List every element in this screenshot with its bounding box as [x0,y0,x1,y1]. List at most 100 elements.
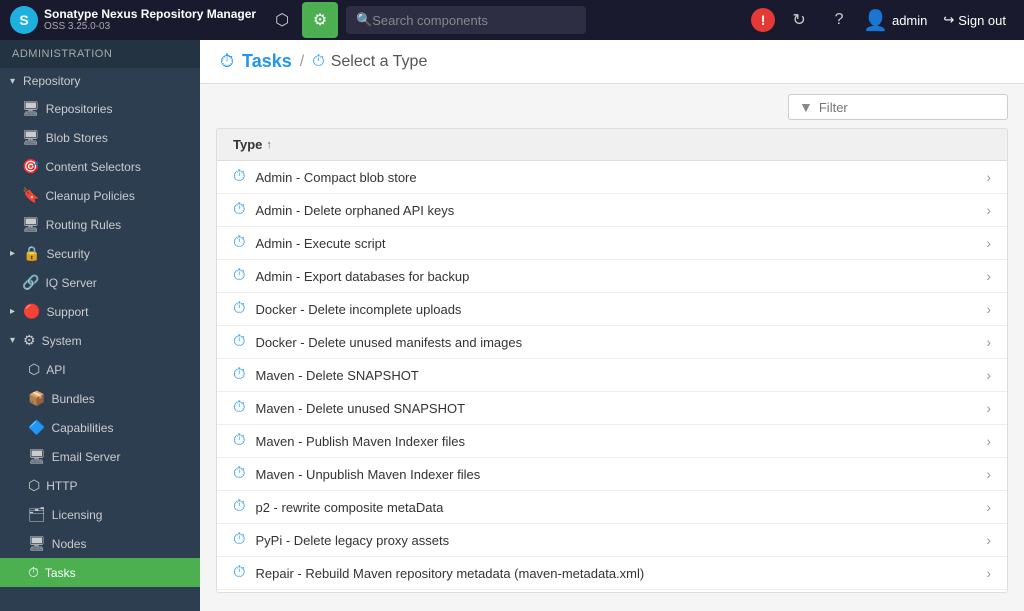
breadcrumb-sub-icon: ⏱ [312,53,324,71]
task-row-arrow: › [986,235,991,251]
sidebar-item-cleanup-policies[interactable]: 🔖 Cleanup Policies [0,181,200,210]
table-row[interactable]: ⏱ PyPi - Delete legacy proxy assets › [217,524,1007,557]
licensing-icon: 🗂 [28,506,46,523]
table-area: ▼ Type ↑ ⏱ Admin - Compact blob store › … [200,84,1024,611]
chevron-right-icon: ▸ [10,306,15,317]
sidebar-item-label: Bundles [51,392,94,406]
cleanup-icon: 🔖 [22,187,39,204]
app-body: Administration ▾ Repository 🖥 Repositori… [0,40,1024,611]
sidebar-item-capabilities[interactable]: 🔷 Capabilities [0,413,200,442]
sort-icon[interactable]: ↑ [266,139,272,151]
table-row[interactable]: ⏱ Repair - Rebuild repository browse › [217,590,1007,592]
breadcrumb-sub-label: Select a Type [331,53,428,71]
sidebar-item-nodes[interactable]: 🖥 Nodes [0,529,200,558]
sidebar-item-repository[interactable]: ▾ Repository [0,68,200,94]
sidebar-section-header: Administration [0,40,200,68]
task-row-icon: ⏱ [233,531,245,549]
table-row[interactable]: ⏱ Maven - Delete unused SNAPSHOT › [217,392,1007,425]
user-info[interactable]: 👤 admin [863,8,927,33]
table-row[interactable]: ⏱ Maven - Unpublish Maven Indexer files … [217,458,1007,491]
task-row-icon: ⏱ [233,168,245,186]
http-icon: ⬡ [28,477,40,494]
task-row-label: Admin - Execute script [255,236,986,251]
sidebar-item-routing-rules[interactable]: 🖥 Routing Rules [0,210,200,239]
topbar: S Sonatype Nexus Repository Manager OSS … [0,0,1024,40]
task-row-arrow: › [986,202,991,218]
settings-icon[interactable]: ⚙ [302,2,338,38]
help-icon[interactable]: ? [823,4,855,36]
task-row-icon: ⏱ [233,498,245,516]
task-row-icon: ⏱ [233,399,245,417]
breadcrumb-title[interactable]: Tasks [242,51,292,72]
breadcrumb: ⏱ Tasks / ⏱ Select a Type [200,40,1024,84]
task-row-icon: ⏱ [233,333,245,351]
filter-input[interactable] [819,100,997,115]
table-row[interactable]: ⏱ Admin - Compact blob store › [217,161,1007,194]
sidebar-item-http[interactable]: ⬡ HTTP [0,471,200,500]
refresh-icon[interactable]: ↻ [783,4,815,36]
task-row-label: Docker - Delete unused manifests and ima… [255,335,986,350]
task-row-label: Maven - Delete SNAPSHOT [255,368,986,383]
chevron-down-icon: ▾ [10,76,15,87]
sidebar-item-label: Licensing [52,508,103,522]
task-row-label: Repair - Rebuild Maven repository metada… [255,566,986,581]
table-row[interactable]: ⏱ Docker - Delete incomplete uploads › [217,293,1007,326]
table-row[interactable]: ⏱ Maven - Delete SNAPSHOT › [217,359,1007,392]
task-row-arrow: › [986,334,991,350]
sidebar-item-label: Repository [23,74,80,88]
sidebar-item-label: Nodes [52,537,87,551]
browse-icon[interactable]: ⬡ [264,2,300,38]
task-row-icon: ⏱ [233,564,245,582]
task-row-arrow: › [986,466,991,482]
sidebar-item-iq-server[interactable]: 🔗 IQ Server [0,268,200,297]
table-row[interactable]: ⏱ Admin - Execute script › [217,227,1007,260]
task-row-arrow: › [986,268,991,284]
task-row-arrow: › [986,499,991,515]
sidebar-item-tasks[interactable]: ⏱ Tasks [0,558,200,587]
filter-icon: ▼ [799,99,813,115]
app-version: OSS 3.25.0-03 [44,21,256,33]
task-row-label: Maven - Publish Maven Indexer files [255,434,986,449]
sidebar-item-repositories[interactable]: 🖥 Repositories [0,94,200,123]
security-icon: 🔒 [23,245,40,262]
table-row[interactable]: ⏱ Admin - Export databases for backup › [217,260,1007,293]
task-row-arrow: › [986,532,991,548]
sidebar-item-content-selectors[interactable]: 🎯 Content Selectors [0,152,200,181]
sidebar-item-blob-stores[interactable]: 🖥 Blob Stores [0,123,200,152]
sidebar-item-security[interactable]: ▸ 🔒 Security [0,239,200,268]
sidebar-item-label: Support [46,305,88,319]
nodes-icon: 🖥 [28,535,46,552]
sidebar-item-email-server[interactable]: 🖥 Email Server [0,442,200,471]
alert-badge[interactable]: ! [751,8,775,32]
username-label: admin [892,13,927,28]
sign-out-button[interactable]: ↪ Sign out [935,8,1014,32]
capabilities-icon: 🔷 [28,419,45,436]
user-avatar-icon: 👤 [863,8,888,33]
sign-out-icon: ↪ [943,12,954,28]
iq-icon: 🔗 [22,274,39,291]
sidebar-item-system[interactable]: ▾ ⚙ System [0,326,200,355]
routing-icon: 🖥 [22,216,40,233]
chevron-right-icon: ▸ [10,248,15,259]
sidebar-item-licensing[interactable]: 🗂 Licensing [0,500,200,529]
api-icon: ⬡ [28,361,40,378]
sidebar-item-support[interactable]: ▸ 🔴 Support [0,297,200,326]
table-row[interactable]: ⏱ Maven - Publish Maven Indexer files › [217,425,1007,458]
table-row[interactable]: ⏱ p2 - rewrite composite metaData › [217,491,1007,524]
table-row[interactable]: ⏱ Repair - Rebuild Maven repository meta… [217,557,1007,590]
filter-input-container: ▼ [788,94,1008,120]
sidebar-item-label: Cleanup Policies [45,189,134,203]
sidebar-item-label: Repositories [46,102,113,116]
tasks-icon: ⏱ [28,564,39,581]
table-row[interactable]: ⏱ Docker - Delete unused manifests and i… [217,326,1007,359]
task-row-icon: ⏱ [233,366,245,384]
table-row[interactable]: ⏱ Admin - Delete orphaned API keys › [217,194,1007,227]
sidebar-item-bundles[interactable]: 📦 Bundles [0,384,200,413]
search-input[interactable] [372,13,576,28]
sidebar-item-label: HTTP [46,479,77,493]
task-row-label: Admin - Delete orphaned API keys [255,203,986,218]
task-row-arrow: › [986,169,991,185]
sidebar-item-api[interactable]: ⬡ API [0,355,200,384]
task-table: Type ↑ ⏱ Admin - Compact blob store › ⏱ … [216,128,1008,593]
topbar-right: ! ↻ ? 👤 admin ↪ Sign out [751,4,1014,36]
